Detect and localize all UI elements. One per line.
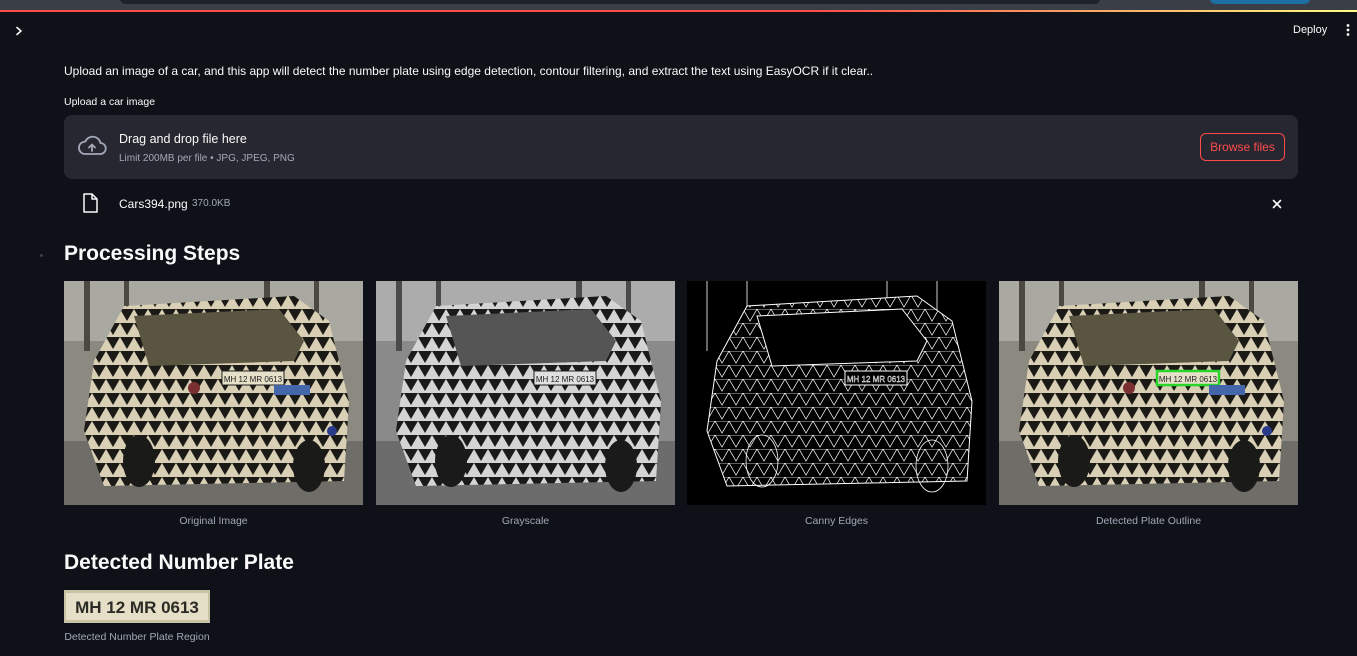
detected-plate-image: MH 12 MR 0613 [64,590,210,623]
uploaded-file-row: Cars394.png 370.0KB [64,190,1298,218]
original-car-image: MH 12 MR 0613 [64,281,363,505]
uploaded-file-name: Cars394.png [119,197,188,211]
toolbar-button-fragment [1210,0,1310,4]
svg-text:MH 12 MR 0613: MH 12 MR 0613 [224,375,283,384]
close-icon [1272,199,1282,209]
step-caption: Detected Plate Outline [1095,515,1202,527]
remove-file-button[interactable] [1268,195,1286,213]
deploy-button[interactable]: Deploy [1283,19,1337,41]
main-menu-button[interactable] [1339,21,1357,39]
header-anchor-marker [40,254,43,257]
svg-text:MH 12 MR 0613: MH 12 MR 0613 [75,598,199,617]
step-plate-outline-image: MH 12 MR 0613 Detected Plate Outline [999,281,1298,527]
svg-text:MH 12 MR 0613: MH 12 MR 0613 [536,375,595,384]
file-uploader-label: Upload a car image [64,96,156,108]
step-original-image: MH 12 MR 0613 Original Image [64,281,363,527]
intro-text: Upload an image of a car, and this app w… [64,64,874,78]
step-canny-image: MH 12 MR 0613 Canny Edges [687,281,986,527]
dropzone-title: Drag and drop file here [119,132,247,146]
address-bar-fragment [120,0,1100,4]
browse-files-button[interactable]: Browse files [1200,133,1285,161]
svg-text:MH 12 MR 0613: MH 12 MR 0613 [847,375,906,384]
file-dropzone[interactable]: Drag and drop file here Limit 200MB per … [64,115,1298,179]
header-decoration-bar [0,10,1357,12]
dropzone-limit-text: Limit 200MB per file • JPG, JPEG, PNG [119,153,295,164]
step-caption: Original Image [179,515,248,527]
expand-sidebar-button[interactable] [10,22,28,40]
cloud-upload-icon [78,135,107,155]
step-grayscale-image: MH 12 MR 0613 Grayscale [376,281,675,527]
detected-plate-heading: Detected Number Plate [64,551,294,574]
step-caption: Canny Edges [804,515,869,527]
processing-steps-heading: Processing Steps [64,242,241,265]
uploaded-file-size: 370.0KB [192,198,231,209]
file-icon [83,193,98,213]
step-caption: Grayscale [501,515,550,527]
svg-text:MH 12 MR 0613: MH 12 MR 0613 [1159,375,1218,384]
chevron-right-icon [16,26,22,36]
browser-top-strip [0,0,1357,10]
canny-edges-image: MH 12 MR 0613 [687,281,986,505]
grayscale-car-image: MH 12 MR 0613 [376,281,675,505]
vertical-dots-icon [1346,24,1350,36]
detected-plate-caption: Detected Number Plate Region [64,631,210,643]
plate-outline-image: MH 12 MR 0613 [999,281,1298,505]
